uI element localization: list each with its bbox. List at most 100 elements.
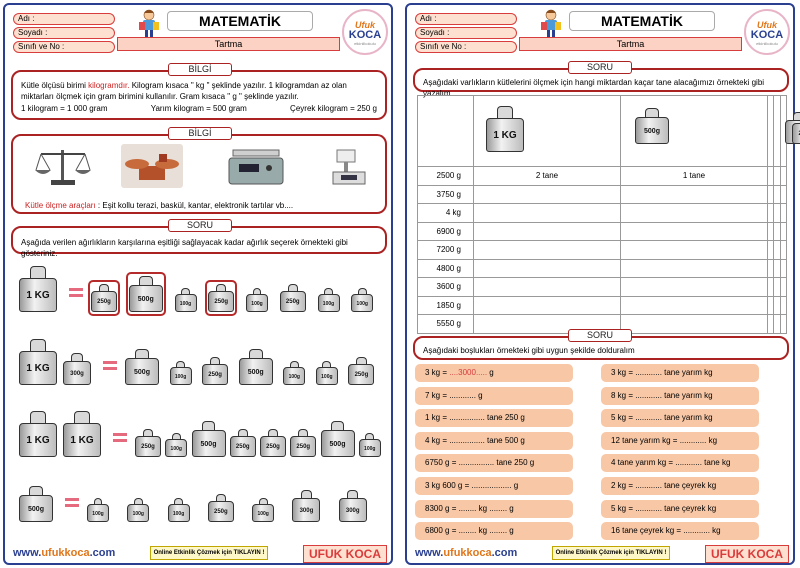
reference-weight[interactable]: 1 KG	[19, 339, 57, 385]
count-cell[interactable]	[473, 203, 621, 223]
reference-weight[interactable]: 1 KG	[19, 411, 57, 457]
count-cell[interactable]	[620, 240, 768, 260]
count-cell[interactable]	[779, 314, 788, 334]
option-weight[interactable]: 250g	[348, 357, 375, 385]
fill-blank-right[interactable]: 3 kg = ............ tane yarım kg	[601, 364, 759, 382]
fill-blank-right[interactable]: 8 kg = ............ tane yarım kg	[601, 386, 759, 405]
count-cell[interactable]: 2 tane	[473, 166, 621, 186]
reference-weight[interactable]: 1 KG	[19, 266, 57, 312]
count-cell[interactable]	[620, 258, 768, 278]
count-cell[interactable]	[620, 203, 768, 223]
name-field[interactable]: Adı :	[415, 13, 517, 25]
website-link[interactable]: www.ufukkoca.com	[415, 547, 517, 559]
reference-weight[interactable]: 500g	[19, 486, 53, 522]
count-cell[interactable]	[473, 184, 621, 204]
option-weight[interactable]: 250g	[135, 429, 161, 457]
count-cell[interactable]	[779, 277, 788, 297]
option-weight[interactable]: 100g	[283, 361, 306, 385]
count-cell[interactable]	[620, 314, 768, 334]
fill-blank-right[interactable]: 4 tane yarım kg = ............ tane kg	[601, 454, 759, 473]
count-cell[interactable]	[620, 295, 768, 315]
fill-blank-right[interactable]: 2 kg = ............ tane çeyrek kg	[601, 477, 759, 495]
option-weight[interactable]: 250g	[260, 429, 286, 457]
option-weight[interactable]: 100g	[169, 361, 192, 385]
option-weight[interactable]: 250g	[208, 284, 235, 312]
page-title: MATEMATİK	[167, 11, 313, 31]
fill-blank-left[interactable]: 8300 g = ........ kg ........ g	[415, 499, 573, 518]
fill-blank-left[interactable]: 6750 g = ................ tane 250 g	[415, 454, 573, 473]
name-field[interactable]: Adı :	[13, 13, 115, 25]
count-cell[interactable]	[473, 258, 621, 278]
fill-blank-left[interactable]: 3 kg = ....3000..... g	[415, 364, 573, 382]
option-weight[interactable]: 300g	[292, 490, 321, 522]
option-weight[interactable]: 100g	[317, 288, 340, 312]
option-weight[interactable]: 250g	[279, 284, 306, 312]
option-weight[interactable]: 100g	[167, 498, 190, 522]
website-link[interactable]: www.ufukkoca.com	[13, 547, 115, 559]
option-weight[interactable]: 100g	[252, 498, 275, 522]
count-cell[interactable]	[620, 184, 768, 204]
option-weight[interactable]: 500g	[320, 421, 355, 457]
online-activity-button[interactable]: Online Etkinlik Çözmek için TIKLAYIN !	[150, 546, 268, 560]
table-weight[interactable]: 250g	[792, 116, 800, 144]
count-cell[interactable]	[620, 221, 768, 241]
count-cell[interactable]	[779, 295, 788, 315]
table-weight[interactable]: 500g	[635, 108, 669, 144]
weight-label: 100g	[165, 439, 188, 457]
option-weight[interactable]: 250g	[207, 494, 234, 522]
count-cell[interactable]	[779, 240, 788, 260]
count-cell[interactable]	[779, 166, 788, 186]
option-weight[interactable]: 250g	[202, 357, 229, 385]
fill-blank-right[interactable]: 5 kg = ............ tane çeyrek kg	[601, 499, 759, 518]
option-weight[interactable]: 500g	[238, 349, 273, 385]
brand-badge[interactable]: UFUK KOCA	[705, 545, 789, 563]
soru-title: SORU	[168, 219, 232, 232]
online-activity-button[interactable]: Online Etkinlik Çözmek için TIKLAYIN !	[552, 546, 670, 560]
option-weight[interactable]: 100g	[358, 433, 381, 457]
option-weight[interactable]: 250g	[91, 284, 117, 312]
soru-text: Aşağıda verilen ağırlıkların karşılarına…	[21, 238, 348, 258]
count-cell[interactable]: 1 tane	[620, 166, 768, 186]
surname-field[interactable]: Soyadı :	[13, 27, 115, 39]
reference-weight[interactable]: 1 KG	[63, 411, 101, 457]
count-cell[interactable]	[473, 221, 621, 241]
count-cell[interactable]	[779, 258, 788, 278]
option-weight[interactable]: 250g	[229, 429, 256, 457]
count-cell[interactable]	[473, 240, 621, 260]
fill-blank-right[interactable]: 16 tane çeyrek kg = ............ kg	[601, 522, 759, 541]
option-weight[interactable]: 100g	[127, 498, 150, 522]
fill-blank-right[interactable]: 12 tane yarım kg = ............ kg	[601, 431, 759, 450]
option-weight[interactable]: 500g	[125, 349, 159, 385]
table-weight[interactable]: 1 KG	[486, 106, 524, 152]
fill-blank-left[interactable]: 4 kg = ................ tane 500 g	[415, 431, 573, 450]
fill-blank-left[interactable]: 1 kg = ................ tane 250 g	[415, 409, 573, 428]
class-number-field[interactable]: Sınıfı ve No :	[415, 41, 517, 53]
option-weight[interactable]: 100g	[174, 288, 197, 312]
count-cell[interactable]	[779, 221, 788, 241]
option-weight[interactable]: 500g	[128, 276, 163, 312]
brand-badge[interactable]: UFUK KOCA	[303, 545, 387, 563]
option-weight[interactable]: 500g	[191, 421, 226, 457]
mass-label-cell: 3600 g	[417, 277, 474, 297]
option-weight[interactable]: 250g	[290, 429, 317, 457]
fill-blank-left[interactable]: 6800 g = ........ kg ........ g	[415, 522, 573, 541]
option-weight[interactable]: 100g	[87, 498, 109, 522]
fill-blank-left[interactable]: 3 kg 600 g = .................. g	[415, 477, 573, 495]
fill-blank-left[interactable]: 7 kg = ............ g	[415, 386, 573, 405]
count-cell[interactable]	[620, 277, 768, 297]
count-cell[interactable]	[779, 203, 788, 223]
option-weight[interactable]: 300g	[338, 490, 367, 522]
ufuk-koca-logo[interactable]: Ufuk KOCA etkinlikokulu	[342, 9, 388, 55]
fill-blank-right[interactable]: 5 kg = ............ tane yarım kg	[601, 409, 759, 428]
ufuk-koca-logo[interactable]: Ufuk KOCA etkinlikokulu	[744, 9, 790, 55]
option-weight[interactable]: 100g	[165, 433, 188, 457]
option-weight[interactable]: 100g	[315, 361, 338, 385]
count-cell[interactable]	[473, 277, 621, 297]
count-cell[interactable]	[779, 184, 788, 204]
class-number-field[interactable]: Sınıfı ve No :	[13, 41, 115, 53]
reference-weight[interactable]: 300g	[63, 353, 91, 385]
count-cell[interactable]	[473, 295, 621, 315]
surname-field[interactable]: Soyadı :	[415, 27, 517, 39]
option-weight[interactable]: 100g	[351, 288, 374, 312]
option-weight[interactable]: 100g	[246, 288, 268, 312]
